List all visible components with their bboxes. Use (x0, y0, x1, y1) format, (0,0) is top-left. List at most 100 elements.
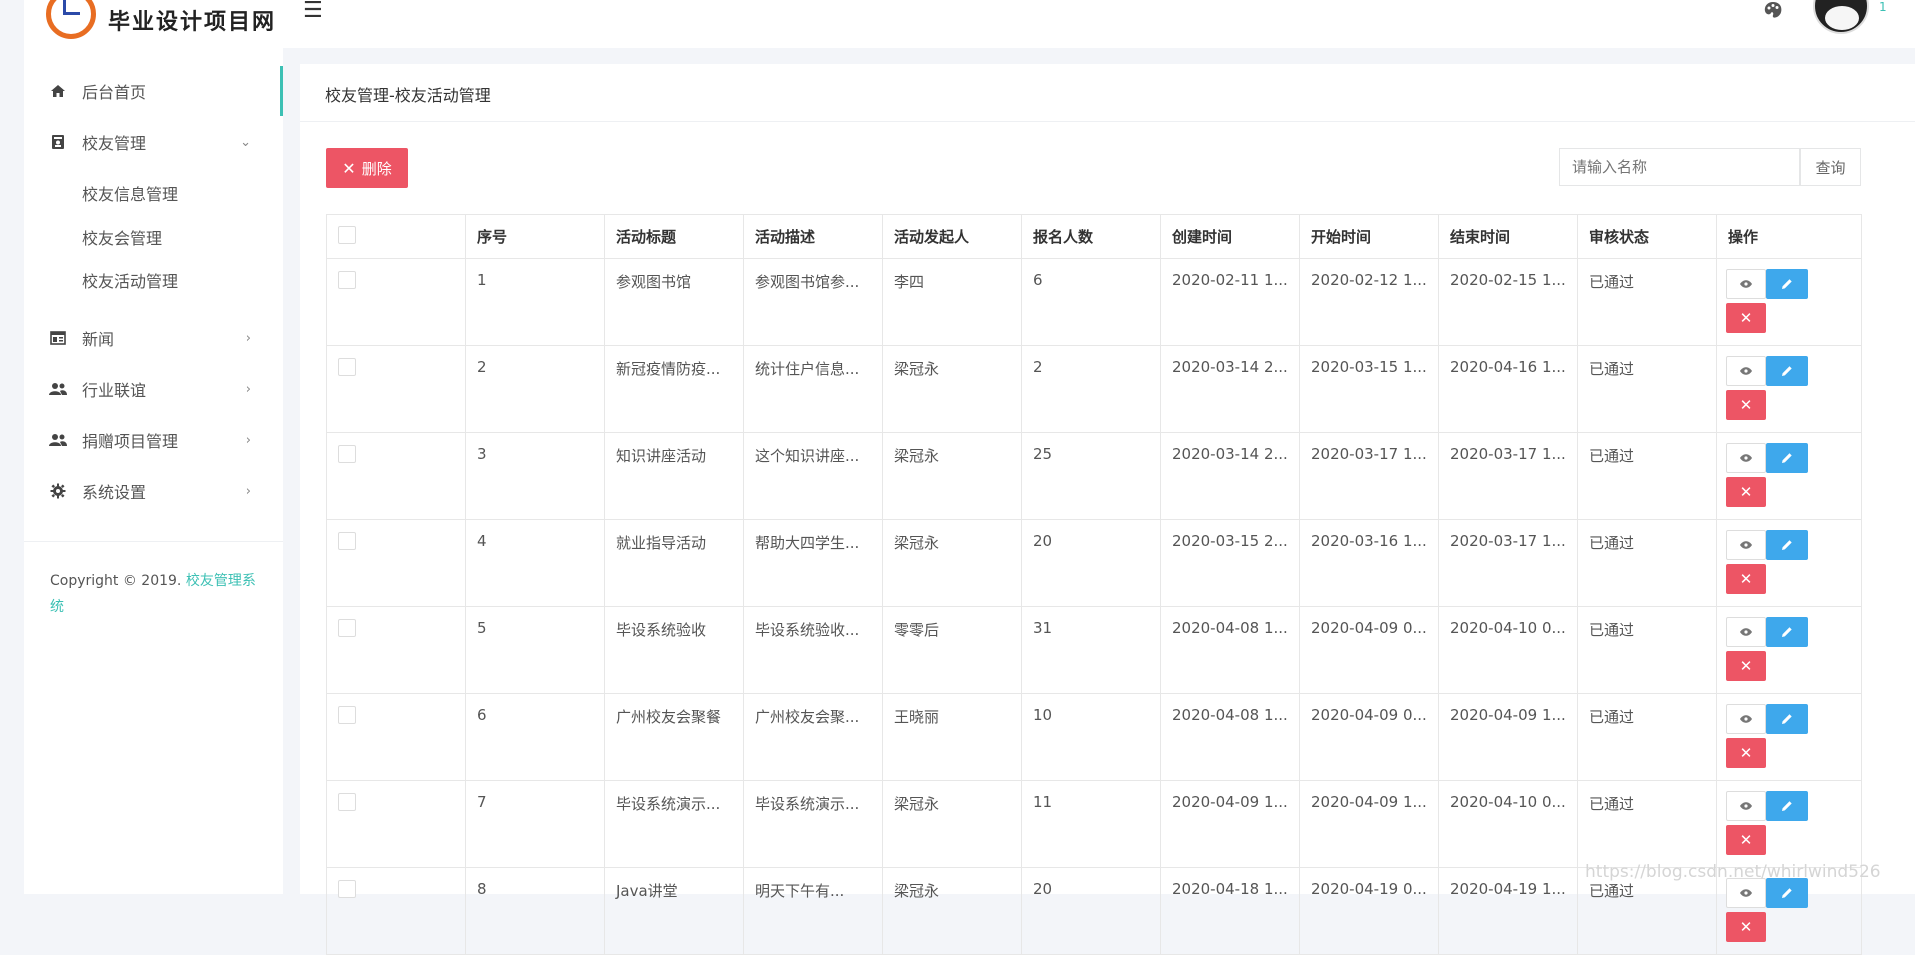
sidebar-item-label: 校友管理 (82, 134, 147, 153)
view-button[interactable] (1726, 791, 1766, 821)
column-header[interactable]: 审核状态 (1577, 214, 1717, 259)
close-icon: ✕ (1739, 396, 1753, 414)
view-button[interactable] (1726, 356, 1766, 386)
delete-row-button[interactable]: ✕ (1726, 912, 1766, 942)
delete-row-button[interactable]: ✕ (1726, 825, 1766, 855)
copyright-text: Copyright © 2019. (50, 573, 186, 589)
row-actions-cell: ✕ (1716, 693, 1862, 781)
table-cell: 已通过 (1577, 432, 1717, 520)
row-select-cell (326, 258, 466, 346)
table-row: 7 毕设系统演示... 毕设系统演示... 梁冠永 11 2020-04-09 1... 2… (326, 780, 1862, 868)
column-header[interactable]: 活动标题 (604, 214, 744, 259)
eye-icon (1740, 367, 1752, 375)
view-button[interactable] (1726, 269, 1766, 299)
column-header[interactable]: 开始时间 (1299, 214, 1439, 259)
view-button[interactable] (1726, 878, 1766, 908)
table-cell: 2020-04-10 0... (1438, 606, 1578, 694)
column-header[interactable]: 活动描述 (743, 214, 883, 259)
column-header[interactable]: 活动发起人 (882, 214, 1022, 259)
sidebar-item-donation[interactable]: 捐赠项目管理 › (24, 415, 283, 465)
close-icon: ✕ (1739, 483, 1753, 501)
palette-icon[interactable] (1763, 0, 1783, 25)
column-header[interactable]: 结束时间 (1438, 214, 1578, 259)
delete-row-button[interactable]: ✕ (1726, 303, 1766, 333)
table-cell: 20 (1021, 519, 1161, 607)
activity-table: 序号 活动标题 活动描述 活动发起人 报名人数 创建时间 开始时间 结束时间 审… (326, 214, 1862, 955)
table-cell: 已通过 (1577, 519, 1717, 607)
row-checkbox[interactable] (338, 358, 356, 376)
select-all-header (326, 214, 466, 259)
delete-row-button[interactable]: ✕ (1726, 651, 1766, 681)
table-cell: 已通过 (1577, 780, 1717, 868)
sidebar-subitem-alumni-activity[interactable]: 校友活动管理 (82, 264, 178, 300)
sidebar-item-alumni[interactable]: 校友管理 ⌄ (24, 117, 283, 167)
pencil-icon (1782, 801, 1792, 811)
row-select-cell (326, 345, 466, 433)
table-cell: 毕设系统演示... (743, 780, 883, 868)
table-cell: 31 (1021, 606, 1161, 694)
table-cell: 毕设系统验收 (604, 606, 744, 694)
edit-button[interactable] (1766, 617, 1808, 647)
pencil-icon (1782, 540, 1792, 550)
logo[interactable]: 毕业设计项目网 (46, 0, 286, 52)
edit-button[interactable] (1766, 704, 1808, 734)
table-cell: 明天下午有... (743, 867, 883, 955)
sidebar-item-industry[interactable]: 行业联谊 › (24, 364, 283, 414)
view-button[interactable] (1726, 530, 1766, 560)
table-cell: 2020-04-09 1... (1438, 693, 1578, 781)
sidebar-subitem-alumni-association[interactable]: 校友会管理 (82, 221, 162, 257)
search-input[interactable] (1559, 148, 1800, 186)
close-icon: ✕ (1739, 570, 1753, 588)
table-row: 4 就业指导活动 帮助大四学生... 梁冠永 20 2020-03-15 2... 2020… (326, 519, 1862, 607)
table-cell: 2020-03-17 1... (1438, 519, 1578, 607)
sidebar-subitem-alumni-info[interactable]: 校友信息管理 (82, 177, 178, 213)
row-checkbox[interactable] (338, 880, 356, 898)
edit-button[interactable] (1766, 530, 1808, 560)
table-cell: 2020-03-17 1... (1299, 432, 1439, 520)
view-button[interactable] (1726, 443, 1766, 473)
view-button[interactable] (1726, 617, 1766, 647)
breadcrumb: 校友管理-校友活动管理 (325, 86, 491, 105)
sidebar-item-home[interactable]: 后台首页 (24, 66, 283, 116)
delete-row-button[interactable]: ✕ (1726, 477, 1766, 507)
row-checkbox[interactable] (338, 532, 356, 550)
delete-row-button[interactable]: ✕ (1726, 738, 1766, 768)
table-cell: 梁冠永 (882, 345, 1022, 433)
user-name[interactable]: 1 (1879, 0, 1887, 14)
edit-button[interactable] (1766, 269, 1808, 299)
table-cell: 就业指导活动 (604, 519, 744, 607)
table-cell: 2 (1021, 345, 1161, 433)
row-checkbox[interactable] (338, 445, 356, 463)
table-cell: 11 (1021, 780, 1161, 868)
edit-button[interactable] (1766, 878, 1808, 908)
table-cell: 毕设系统验收... (743, 606, 883, 694)
column-header[interactable]: 序号 (465, 214, 605, 259)
column-header[interactable]: 报名人数 (1021, 214, 1161, 259)
column-header[interactable]: 创建时间 (1160, 214, 1300, 259)
table-cell: 知识讲座活动 (604, 432, 744, 520)
edit-button[interactable] (1766, 356, 1808, 386)
sidebar-divider (24, 541, 283, 542)
table-header-row: 序号 活动标题 活动描述 活动发起人 报名人数 创建时间 开始时间 结束时间 审… (326, 214, 1862, 259)
row-select-cell (326, 867, 466, 955)
menu-toggle-icon[interactable]: ☰ (303, 0, 325, 22)
edit-button[interactable] (1766, 443, 1808, 473)
delete-row-button[interactable]: ✕ (1726, 564, 1766, 594)
row-checkbox[interactable] (338, 619, 356, 637)
logo-mark-icon (46, 0, 96, 39)
search-button[interactable]: 查询 (1800, 148, 1861, 186)
delete-row-button[interactable]: ✕ (1726, 390, 1766, 420)
row-checkbox[interactable] (338, 271, 356, 289)
sidebar-item-news[interactable]: 新闻 › (24, 313, 283, 363)
avatar[interactable] (1813, 0, 1869, 34)
sidebar-item-settings[interactable]: 系统设置 › (24, 466, 283, 516)
edit-button[interactable] (1766, 791, 1808, 821)
chevron-right-icon: › (245, 432, 251, 448)
row-checkbox[interactable] (338, 793, 356, 811)
row-select-cell (326, 432, 466, 520)
delete-button[interactable]: ✕ 删除 (326, 148, 408, 188)
table-cell: 2020-04-18 1... (1160, 867, 1300, 955)
select-all-checkbox[interactable] (338, 225, 356, 244)
view-button[interactable] (1726, 704, 1766, 734)
row-checkbox[interactable] (338, 706, 356, 724)
